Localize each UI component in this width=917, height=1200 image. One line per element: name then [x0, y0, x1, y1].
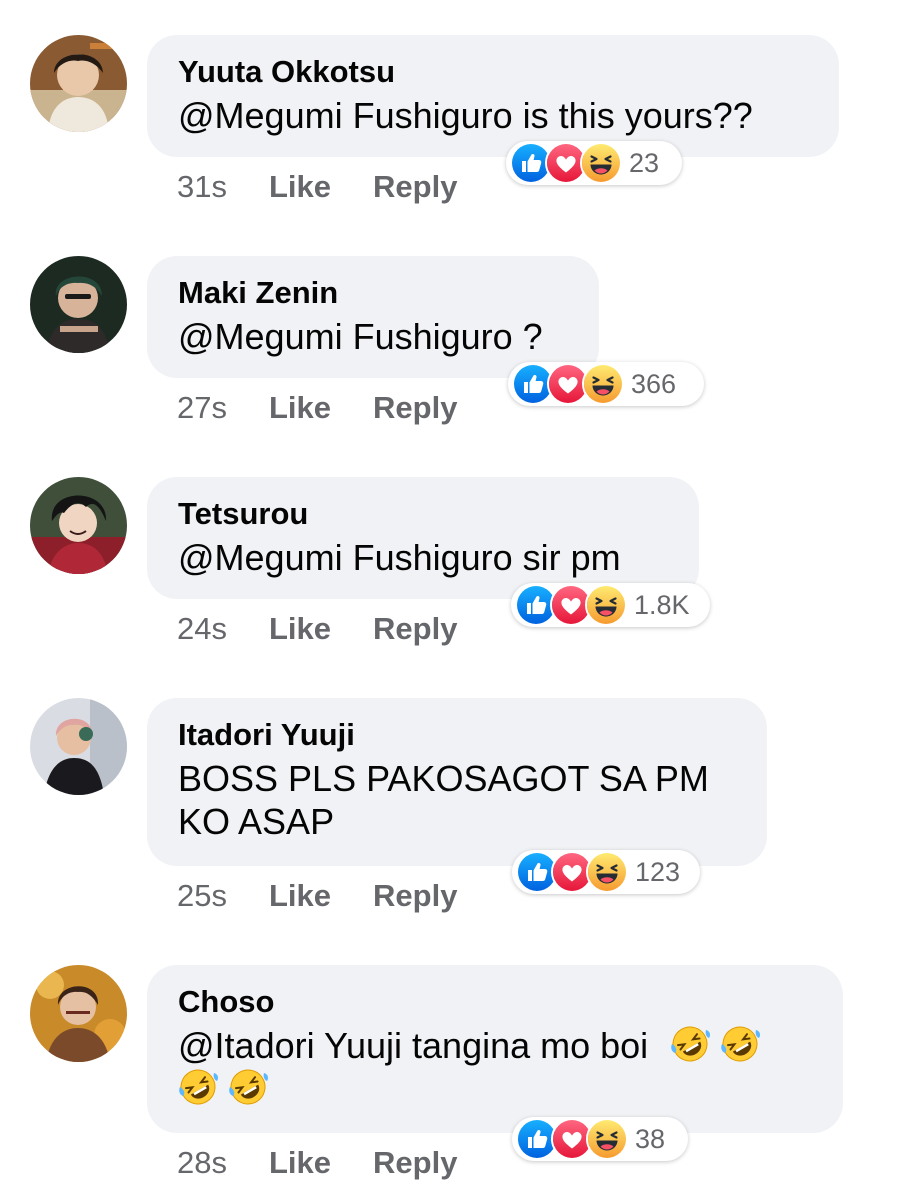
reaction-count: 38	[635, 1124, 666, 1154]
comment-author[interactable]: Maki Zenin	[178, 276, 567, 310]
comment-timestamp[interactable]: 28s	[177, 1145, 227, 1180]
comment-bubble: Choso @Itadori Yuuji tangina mo boi	[147, 965, 843, 1133]
avatar[interactable]	[30, 965, 127, 1062]
comment-text-line: KO ASAP	[178, 801, 335, 842]
like-button[interactable]: Like	[269, 1145, 331, 1180]
haha-icon	[580, 142, 622, 184]
comment-text: @Itadori Yuuji tangina mo boi	[178, 1024, 811, 1110]
comment-text-body: @Itadori Yuuji tangina mo boi	[178, 1025, 649, 1066]
comment-text: BOSS PLS PAKOSAGOT SA PM KO ASAP	[178, 757, 735, 843]
comment-author[interactable]: Itadori Yuuji	[178, 718, 735, 752]
comment-timestamp[interactable]: 27s	[177, 390, 227, 425]
comment-bubble: Tetsurou @Megumi Fushiguro sir pm	[147, 477, 699, 599]
reaction-summary[interactable]: 1.8K	[511, 583, 710, 627]
rolling-on-floor-laughing-emoji	[720, 1024, 760, 1064]
avatar-tetsurou-image	[30, 477, 127, 574]
comment-bubble: Yuuta Okkotsu @Megumi Fushiguro is this …	[147, 35, 839, 157]
like-button[interactable]: Like	[269, 878, 331, 913]
comment-text: @Megumi Fushiguro sir pm	[178, 537, 621, 578]
reply-button[interactable]: Reply	[373, 611, 457, 646]
comment-actions: 27s Like Reply	[177, 391, 457, 425]
like-button[interactable]: Like	[269, 611, 331, 646]
reaction-summary[interactable]: 366	[508, 362, 704, 406]
reply-button[interactable]: Reply	[373, 169, 457, 204]
comment-author[interactable]: Choso	[178, 985, 811, 1019]
rolling-on-floor-laughing-emoji	[670, 1024, 710, 1064]
haha-icon	[585, 584, 627, 626]
comment-author[interactable]: Yuuta Okkotsu	[178, 55, 807, 89]
reply-button[interactable]: Reply	[373, 878, 457, 913]
comment-text-line: BOSS PLS PAKOSAGOT SA PM	[178, 758, 709, 799]
reaction-count: 23	[629, 148, 660, 178]
reaction-count: 1.8K	[634, 590, 690, 620]
reaction-count: 123	[635, 857, 681, 887]
like-button[interactable]: Like	[269, 390, 331, 425]
reply-button[interactable]: Reply	[373, 1145, 457, 1180]
reaction-summary[interactable]: 23	[506, 141, 682, 185]
avatar[interactable]	[30, 698, 127, 795]
haha-icon	[582, 363, 624, 405]
reaction-count: 366	[631, 369, 677, 399]
comment-timestamp[interactable]: 24s	[177, 611, 227, 646]
comment-text: @Megumi Fushiguro is this yours??	[178, 95, 753, 136]
comment-author[interactable]: Tetsurou	[178, 497, 667, 531]
reply-button[interactable]: Reply	[373, 390, 457, 425]
comment-actions: 25s Like Reply	[177, 879, 457, 913]
rolling-on-floor-laughing-emoji	[228, 1067, 268, 1107]
avatar[interactable]	[30, 256, 127, 353]
avatar-yuuta-image	[30, 35, 127, 132]
like-button[interactable]: Like	[269, 169, 331, 204]
comment-timestamp[interactable]: 25s	[177, 878, 227, 913]
comment-actions: 31s Like Reply	[177, 170, 457, 204]
avatar-choso-image	[30, 965, 127, 1062]
haha-icon	[586, 851, 628, 893]
avatar[interactable]	[30, 477, 127, 574]
comment-text: @Megumi Fushiguro ?	[178, 316, 543, 357]
comment-actions: 24s Like Reply	[177, 612, 457, 646]
haha-icon	[586, 1118, 628, 1160]
comment-timestamp[interactable]: 31s	[177, 169, 227, 204]
comment-bubble: Maki Zenin @Megumi Fushiguro ?	[147, 256, 599, 378]
avatar-maki-image	[30, 256, 127, 353]
avatar[interactable]	[30, 35, 127, 132]
comment-actions: 28s Like Reply	[177, 1146, 457, 1180]
comment-bubble: Itadori Yuuji BOSS PLS PAKOSAGOT SA PM K…	[147, 698, 767, 866]
reaction-summary[interactable]: 38	[512, 1117, 688, 1161]
avatar-itadori-image	[30, 698, 127, 795]
reaction-summary[interactable]: 123	[512, 850, 700, 894]
rolling-on-floor-laughing-emoji	[178, 1067, 218, 1107]
